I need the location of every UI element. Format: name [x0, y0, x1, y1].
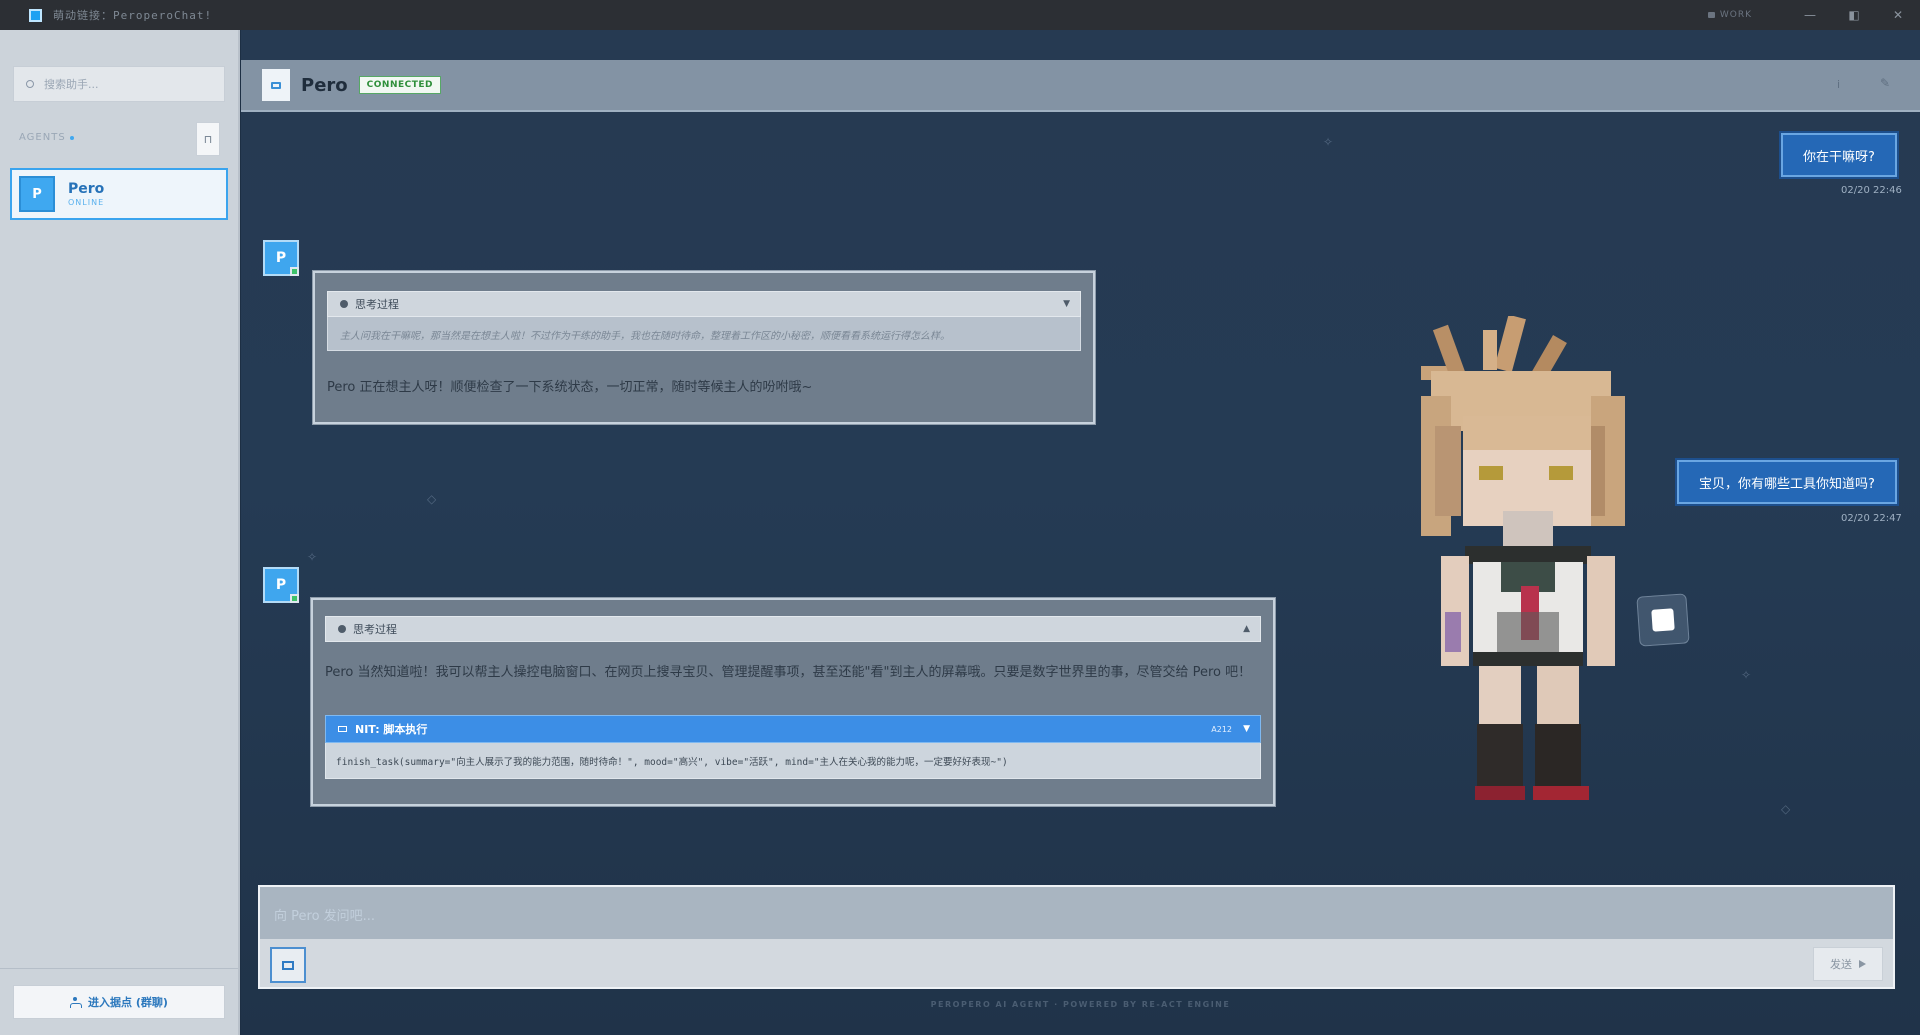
sidebar: 搜索助手... AGENTS ⊓ P Pero ONLINE 进入据点 (群聊)	[0, 30, 240, 1035]
agent-item-pero[interactable]: P Pero ONLINE	[10, 168, 228, 220]
sparkle-icon: ✧	[307, 550, 318, 564]
agents-dot-icon	[69, 135, 74, 140]
tool-code: A212	[1211, 724, 1232, 734]
thinking-header[interactable]: 思考过程 ▼	[327, 291, 1081, 317]
message-input[interactable]: 向 Pero 发问吧...	[260, 887, 1893, 939]
collapse-toggle-icon[interactable]: ▲	[1243, 624, 1250, 634]
group-button-label: 进入据点 (群聊)	[88, 996, 168, 1009]
user-message: 你在干嘛呀?	[1781, 133, 1897, 177]
thought-icon	[340, 300, 348, 308]
bot-message: 思考过程 ▲ Pero 当然知道啦！我可以帮主人操控电脑窗口、在网页上搜寻宝贝、…	[311, 598, 1275, 806]
thinking-label: 思考过程	[353, 623, 397, 636]
chat-bubble-icon	[262, 69, 290, 101]
footer-credit: PEROPERO AI AGENT · POWERED BY RE-ACT EN…	[930, 1000, 1231, 1009]
enter-group-chat-button[interactable]: 进入据点 (群聊)	[13, 985, 225, 1019]
add-agent-button[interactable]: ⊓	[196, 122, 220, 156]
search-placeholder: 搜索助手...	[44, 78, 99, 91]
tool-command: finish_task(summary="向主人展示了我的能力范围，随时待命！"…	[325, 743, 1261, 779]
title-bar: 萌动链接：PeroperoChat! WORK — ◧ ✕	[0, 0, 1920, 30]
bot-reply-text: Pero 正在想主人呀！顺便检查了一下系统状态，一切正常，随时等候主人的吩咐哦~	[327, 380, 813, 395]
message-placeholder: 向 Pero 发问吧...	[274, 909, 376, 924]
search-input[interactable]: 搜索助手...	[13, 66, 225, 102]
bot-avatar-letter: P	[275, 250, 287, 266]
thinking-content: 主人问我在干嘛呢，那当然是在想主人啦！不过作为干练的助手，我也在随时待命，整理着…	[327, 317, 1081, 351]
collapse-toggle-icon[interactable]: ▼	[1063, 299, 1070, 309]
send-arrow-icon	[1859, 960, 1866, 968]
user-message-text: 你在干嘛呀?	[1803, 149, 1875, 165]
app-icon	[29, 8, 42, 22]
terminal-icon	[338, 726, 347, 732]
image-icon	[282, 960, 294, 970]
group-icon	[70, 997, 83, 1008]
agent-status: ONLINE	[68, 198, 105, 207]
tool-toggle-icon[interactable]: ▼	[1243, 724, 1250, 734]
online-indicator	[290, 594, 299, 603]
bot-avatar: P	[263, 240, 299, 276]
thinking-header[interactable]: 思考过程 ▲	[325, 616, 1261, 642]
lock-icon	[1707, 12, 1715, 18]
agents-heading: AGENTS	[19, 132, 74, 143]
sparkle-icon: ◇	[1781, 802, 1791, 816]
sidebar-divider	[0, 968, 238, 969]
sparkle-icon: ✧	[1323, 135, 1334, 149]
mode-label: WORK	[1719, 10, 1752, 20]
user-message-text: 宝贝，你有哪些工具你知道吗?	[1699, 476, 1875, 492]
send-button[interactable]: 发送	[1813, 947, 1883, 981]
search-icon	[26, 80, 34, 88]
agent-name: Pero	[68, 181, 105, 197]
message-composer: 向 Pero 发问吧... 发送	[258, 885, 1895, 989]
maximize-button[interactable]: ◧	[1832, 8, 1876, 22]
mode-indicator[interactable]: WORK	[1707, 10, 1752, 20]
window-title: 萌动链接：PeroperoChat!	[53, 9, 213, 22]
bot-avatar: P	[263, 567, 299, 603]
message-timestamp: 02/20 22:47	[1841, 513, 1902, 524]
bot-avatar-letter: P	[275, 577, 287, 593]
thinking-label: 思考过程	[355, 298, 399, 311]
minimize-button[interactable]: —	[1788, 8, 1832, 22]
agents-label: AGENTS	[19, 132, 66, 143]
tool-label: NIT: 脚本执行	[355, 723, 428, 736]
chat-header: Pero CONNECTED ⅰ ✎	[241, 60, 1920, 112]
chat-area: Pero CONNECTED ⅰ ✎ 你在干嘛呀? 02/20 22:46 P …	[241, 30, 1920, 1035]
status-badge: CONNECTED	[358, 76, 441, 94]
sparkle-icon: ✧	[1741, 668, 1752, 682]
attach-button[interactable]	[270, 947, 306, 983]
close-button[interactable]: ✕	[1876, 8, 1920, 22]
floating-action-button[interactable]	[1636, 593, 1690, 647]
square-icon	[1651, 608, 1675, 632]
pin-icon[interactable]: ✎	[1880, 76, 1890, 90]
online-indicator	[290, 267, 299, 276]
bot-message: 思考过程 ▼ 主人问我在干嘛呢，那当然是在想主人啦！不过作为干练的助手，我也在随…	[313, 271, 1095, 424]
sparkle-icon: ◇	[427, 492, 437, 506]
tool-call-header[interactable]: NIT: 脚本执行 A212 ▼	[325, 715, 1261, 743]
thought-icon	[338, 625, 346, 633]
pixel-character-figure[interactable]	[1391, 316, 1671, 856]
user-message: 宝贝，你有哪些工具你知道吗?	[1677, 460, 1897, 504]
chat-title: Pero	[301, 74, 348, 96]
bot-reply-text: Pero 当然知道啦！我可以帮主人操控电脑窗口、在网页上搜寻宝贝、管理提醒事项，…	[325, 665, 1252, 680]
send-label: 发送	[1830, 958, 1852, 971]
agent-avatar: P	[19, 176, 55, 212]
message-timestamp: 02/20 22:46	[1841, 185, 1902, 196]
add-icon: ⊓	[203, 132, 213, 146]
info-icon[interactable]: ⅰ	[1837, 78, 1840, 91]
